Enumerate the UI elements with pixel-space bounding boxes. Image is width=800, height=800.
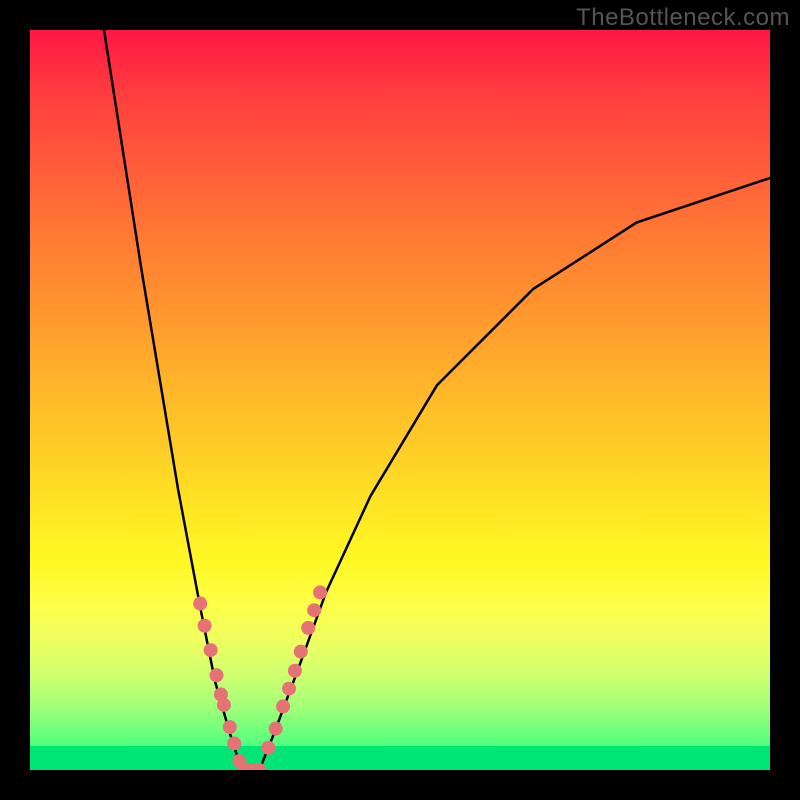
marker-dot xyxy=(294,645,308,659)
marker-dot xyxy=(269,722,283,736)
marker-dot xyxy=(288,664,302,678)
marker-layer xyxy=(193,585,327,770)
marker-dot xyxy=(307,603,321,617)
marker-dot xyxy=(217,698,231,712)
marker-dot xyxy=(210,668,224,682)
curve-layer xyxy=(104,30,770,770)
watermark-text: TheBottleneck.com xyxy=(576,4,790,32)
chart-frame: TheBottleneck.com xyxy=(0,0,800,800)
marker-dot xyxy=(227,736,241,750)
marker-dot xyxy=(193,597,207,611)
chart-svg xyxy=(30,30,770,770)
marker-dot xyxy=(261,741,275,755)
curve-left-curve xyxy=(104,30,242,770)
plot-area xyxy=(30,30,770,770)
marker-dot xyxy=(223,720,237,734)
curve-right-curve xyxy=(259,178,770,770)
marker-dot xyxy=(276,699,290,713)
marker-dot xyxy=(282,682,296,696)
marker-dot xyxy=(198,619,212,633)
marker-dot xyxy=(301,621,315,635)
marker-dot xyxy=(204,643,218,657)
marker-dot xyxy=(313,585,327,599)
